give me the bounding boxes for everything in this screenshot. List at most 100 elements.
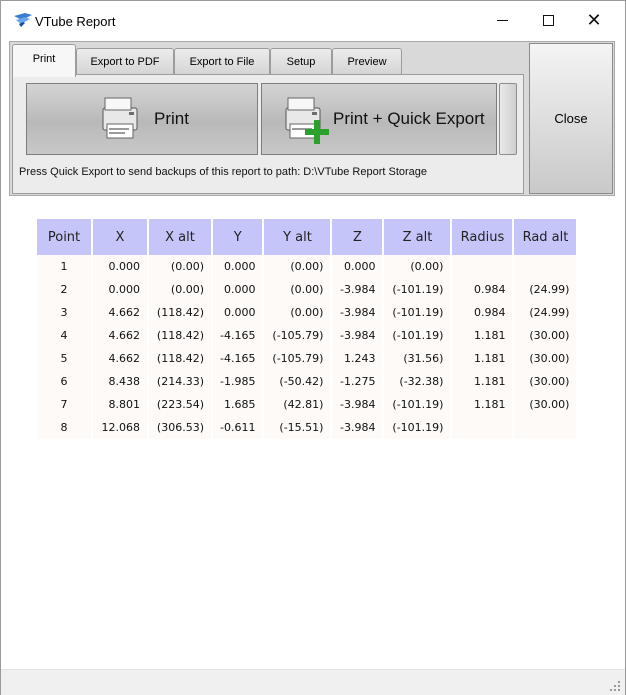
cell-z: 0.000 [332,255,383,278]
print-quick-export-button[interactable]: Print + Quick Export [261,83,497,155]
header-y: Y [213,219,263,255]
header-radius: Radius [452,219,513,255]
cell-rad-alt: (24.99) [514,278,577,301]
cell-z: -3.984 [332,301,383,324]
cell-point: 2 [37,278,91,301]
table-row: 1 0.000 (0.00) 0.000 (0.00) 0.000 (0.00) [37,255,577,278]
cell-x-alt: (118.42) [149,301,211,324]
window-title: VTube Report [35,14,116,29]
cell-y: 1.685 [213,393,263,416]
cell-x: 0.000 [93,278,147,301]
header-z-alt: Z alt [384,219,451,255]
report-table: Point X X alt Y Y alt Z Z alt Radius Rad… [35,219,578,439]
cell-y-alt: (-105.79) [264,347,331,370]
tab-setup[interactable]: Setup [270,48,332,75]
cell-y: -4.165 [213,347,263,370]
cell-x-alt: (223.54) [149,393,211,416]
table-row: 8 12.068 (306.53) -0.611 (-15.51) -3.984 (-101… [37,416,577,439]
toolbar-scroll-handle[interactable] [499,83,517,155]
cell-y-alt: (-15.51) [264,416,331,439]
cell-x: 12.068 [93,416,147,439]
close-report-button[interactable]: Close [529,43,613,194]
cell-x-alt: (306.53) [149,416,211,439]
cell-z-alt: (-101.19) [384,393,451,416]
cell-rad-alt: (30.00) [514,370,577,393]
cell-radius: 0.984 [452,301,513,324]
window-close-button[interactable]: ✕ [571,1,617,39]
cell-x-alt: (118.42) [149,347,211,370]
tab-print[interactable]: Print [12,44,76,77]
minimize-icon [496,19,508,21]
cell-rad-alt: (30.00) [514,393,577,416]
table-header-row: Point X X alt Y Y alt Z Z alt Radius Rad… [37,219,577,255]
cell-y: -1.985 [213,370,263,393]
cell-z: -3.984 [332,278,383,301]
print-quick-export-label: Print + Quick Export [333,109,485,128]
resize-grip-icon[interactable] [609,680,621,692]
cell-rad-alt: (30.00) [514,324,577,347]
cell-y-alt: (0.00) [264,278,331,301]
cell-rad-alt [514,255,577,278]
tab-preview[interactable]: Preview [332,48,402,75]
cell-z-alt: (0.00) [384,255,451,278]
cell-x-alt: (118.42) [149,324,211,347]
cell-y: -0.611 [213,416,263,439]
tab-label: Print [32,53,56,65]
cell-point: 8 [37,416,91,439]
cell-point: 5 [37,347,91,370]
tab-export-pdf[interactable]: Export to PDF [76,48,174,75]
cell-rad-alt: (30.00) [514,347,577,370]
header-y-alt: Y alt [264,219,331,255]
cell-z-alt: (-101.19) [384,301,451,324]
cell-y: 0.000 [213,278,263,301]
table-row: 3 4.662 (118.42) 0.000 (0.00) -3.984 (-101.19)… [37,301,577,324]
cell-radius: 0.984 [452,278,513,301]
printer-export-icon [285,97,329,144]
maximize-button[interactable] [525,1,571,39]
cell-radius: 1.181 [452,393,513,416]
cell-point: 6 [37,370,91,393]
cell-z-alt: (-32.38) [384,370,451,393]
cell-x-alt: (214.33) [149,370,211,393]
maximize-icon [542,14,554,26]
cell-y-alt: (-50.42) [264,370,331,393]
printer-icon [102,97,138,139]
cell-x: 4.662 [93,301,147,324]
cell-rad-alt: (24.99) [514,301,577,324]
tab-label: Setup [286,56,316,68]
cell-point: 1 [37,255,91,278]
cell-x: 8.801 [93,393,147,416]
cell-x-alt: (0.00) [149,255,211,278]
cell-radius: 1.181 [452,370,513,393]
table-row: 4 4.662 (118.42) -4.165 (-105.79) -3.984 (-101… [37,324,577,347]
cell-z: -3.984 [332,393,383,416]
cell-z: -3.984 [332,324,383,347]
cell-radius [452,416,513,439]
status-bar [1,669,625,695]
close-icon: ✕ [586,10,602,30]
header-x-alt: X alt [149,219,211,255]
cell-radius: 1.181 [452,324,513,347]
tab-export-file[interactable]: Export to File [174,48,270,75]
report-window: VTube Report ✕ Print Export to PDF Expor… [0,0,626,695]
quick-export-path-note: Press Quick Export to send backups of th… [19,166,428,178]
cell-point: 4 [37,324,91,347]
table-row: 5 4.662 (118.42) -4.165 (-105.79) 1.243 (31.56… [37,347,577,370]
table-row: 7 8.801 (223.54) 1.685 (42.81) -3.984 (-101.19… [37,393,577,416]
cell-z: -3.984 [332,416,383,439]
cell-x: 4.662 [93,324,147,347]
header-x: X [93,219,147,255]
cell-x: 4.662 [93,347,147,370]
header-z: Z [332,219,383,255]
title-bar[interactable]: VTube Report ✕ [1,1,625,39]
vtube-app-icon [14,13,32,27]
tab-label: Export to File [189,56,255,68]
cell-y: -4.165 [213,324,263,347]
close-report-label: Close [554,111,588,126]
cell-z-alt: (-101.19) [384,278,451,301]
minimize-button[interactable] [479,1,525,39]
cell-x-alt: (0.00) [149,278,211,301]
cell-y: 0.000 [213,301,263,324]
cell-point: 3 [37,301,91,324]
print-button[interactable]: Print [26,83,258,155]
